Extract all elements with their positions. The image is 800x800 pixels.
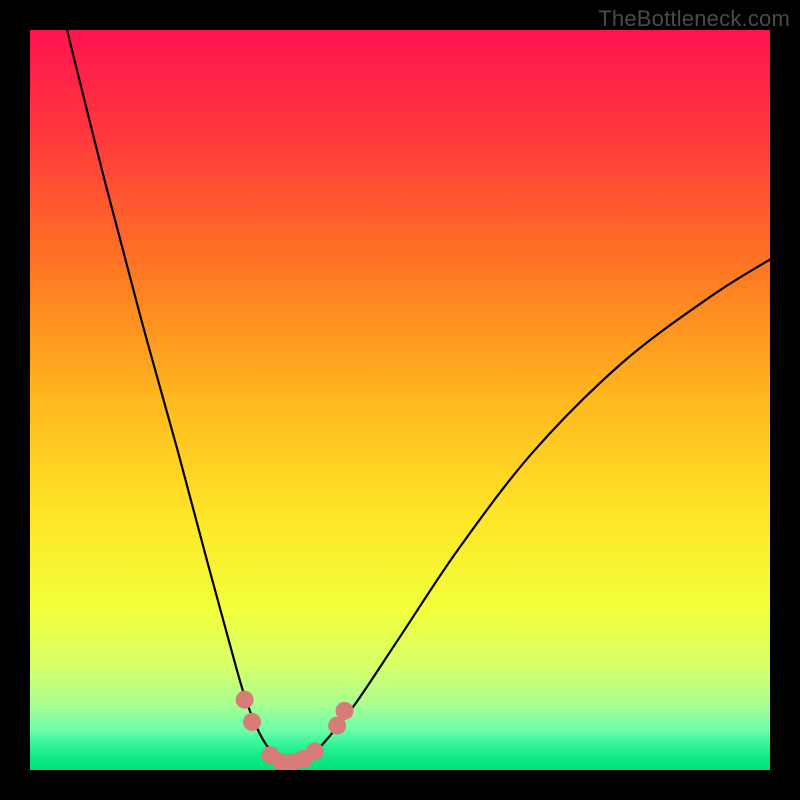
curve-markers [236, 691, 354, 770]
plot-area [30, 30, 770, 770]
curve-marker [336, 702, 354, 720]
curve-layer [30, 30, 770, 770]
curve-marker [306, 743, 324, 761]
chart-frame: TheBottleneck.com [0, 0, 800, 800]
watermark-text: TheBottleneck.com [598, 6, 790, 32]
bottleneck-curve [67, 30, 770, 764]
curve-marker [243, 713, 261, 731]
curve-marker [236, 691, 254, 709]
